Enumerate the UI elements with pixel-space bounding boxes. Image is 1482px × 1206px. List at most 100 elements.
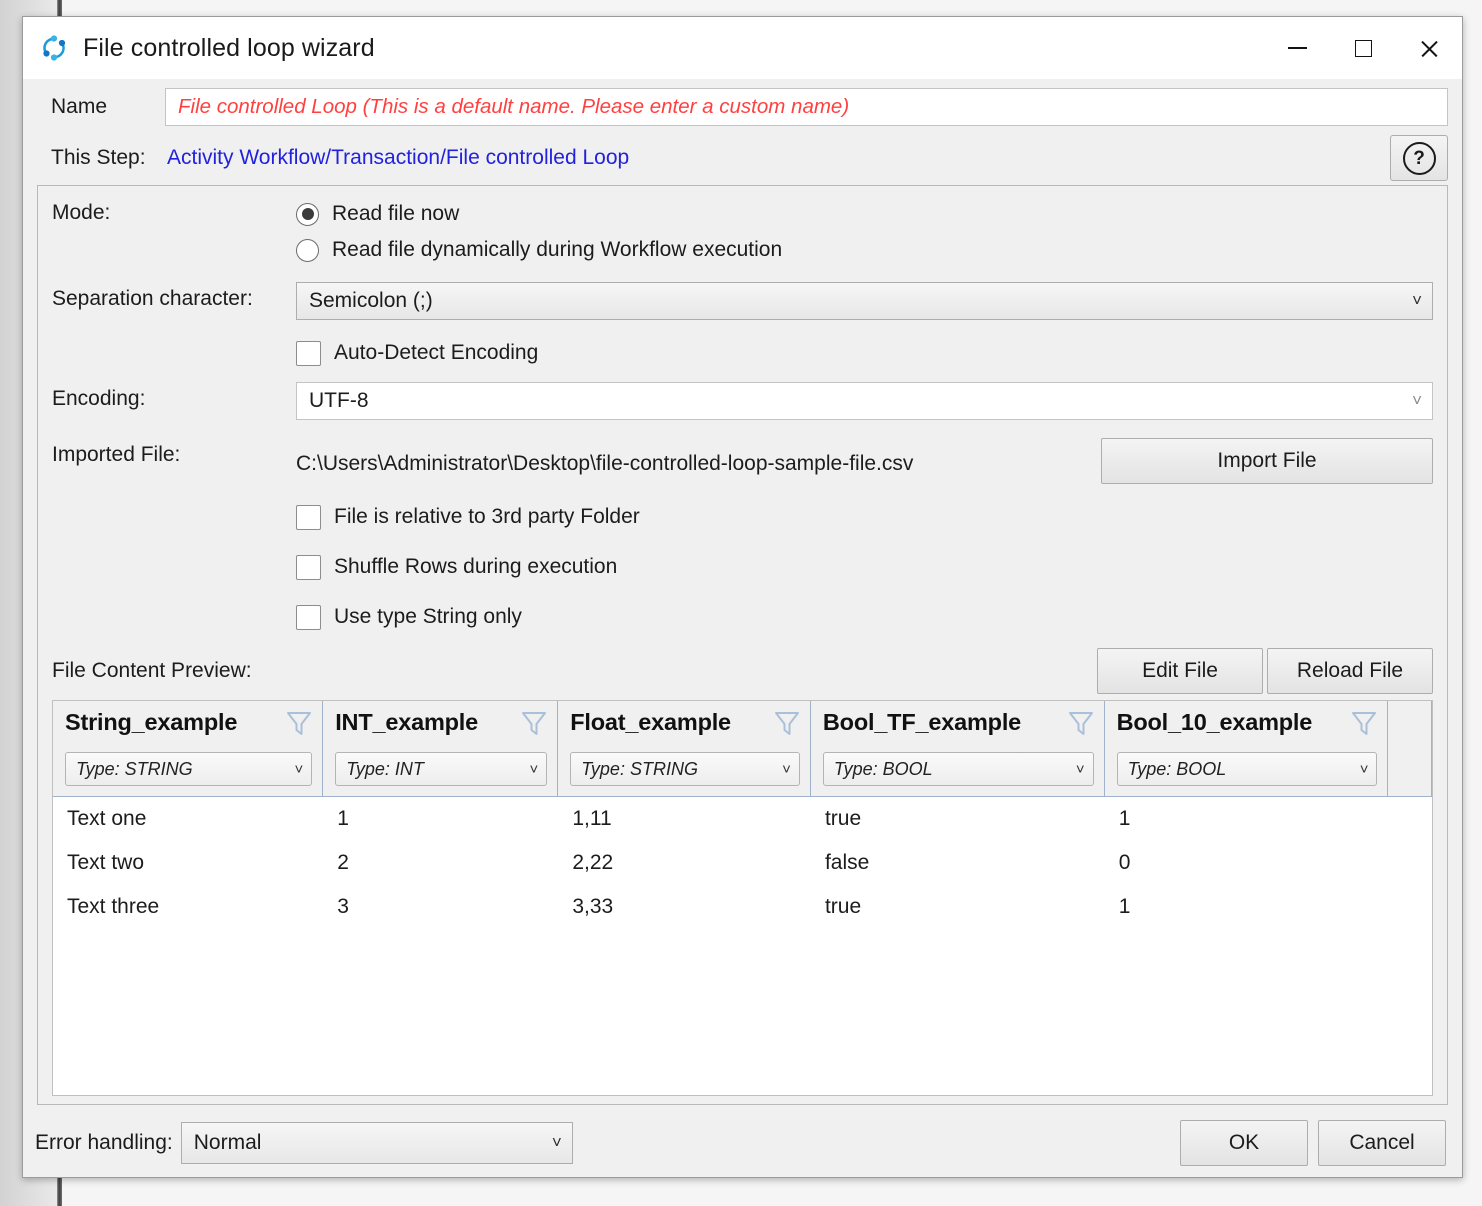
column-type-select[interactable]: Type: STRING ˅: [570, 752, 800, 786]
filter-funnel-icon[interactable]: [280, 709, 312, 743]
table-header-String_example: String_example Type: STRING˅: [53, 701, 323, 796]
column-type-select[interactable]: Type: INT˅: [335, 752, 547, 786]
column-type-select[interactable]: Type: BOOL ˅: [823, 752, 1094, 786]
auto-detect-spacer: [52, 328, 296, 333]
auto-detect-row: Auto-Detect Encoding: [52, 328, 1433, 378]
maximize-button[interactable]: [1330, 17, 1396, 79]
table-cell: 3: [323, 895, 558, 919]
table-header-Bool_10_example: Bool_10_example Type: BOOL˅: [1105, 701, 1389, 796]
chevron-down-icon: ˅: [530, 761, 539, 778]
imported-file-row: Imported File: C:\Users\Administrator\De…: [52, 438, 1433, 484]
separation-character-select[interactable]: Semicolon (;) ˅: [296, 282, 1433, 320]
column-type-value: Type: STRING: [581, 759, 698, 780]
close-icon: [1419, 38, 1440, 59]
table-header-Float_example: Float_example Type: STRING ˅: [558, 701, 811, 796]
table-header-Bool_TF_example: Bool_TF_example Type: BOOL ˅: [811, 701, 1105, 796]
table-cell: 2: [323, 851, 558, 875]
table-header-title: String_example: [65, 709, 237, 736]
filter-funnel-icon[interactable]: [1345, 709, 1377, 743]
encoding-value: UTF-8: [309, 389, 369, 413]
checkbox-shuffle-rows[interactable]: Shuffle Rows during execution: [296, 542, 1433, 592]
table-cell: true: [811, 895, 1105, 919]
radio-unselected-icon: [296, 239, 319, 262]
encoding-row: Encoding: UTF-8 ˅: [52, 382, 1433, 420]
table-row[interactable]: Text three33,33true1: [53, 885, 1432, 929]
minimize-button[interactable]: [1264, 17, 1330, 79]
error-handling-select[interactable]: Normal ˅: [181, 1122, 573, 1164]
table-cell: 1,11: [558, 807, 811, 831]
table-cell: 2,22: [558, 851, 811, 875]
maximize-icon: [1355, 40, 1372, 57]
mode-row: Mode: Read file now Read file dynamicall…: [52, 196, 1433, 268]
filter-funnel-icon[interactable]: [515, 709, 547, 743]
checkbox-use-type-string-only[interactable]: Use type String only: [296, 592, 1433, 642]
encoding-select[interactable]: UTF-8 ˅: [296, 382, 1433, 420]
column-type-select[interactable]: Type: STRING˅: [65, 752, 312, 786]
window-controls: [1264, 17, 1462, 79]
reload-file-button[interactable]: Reload File: [1267, 648, 1433, 694]
chevron-down-icon: ˅: [1412, 391, 1422, 411]
file-content-preview-table: String_exampleType: STRING˅INT_exampleTy…: [52, 700, 1433, 1096]
chevron-down-icon: ˅: [294, 761, 303, 778]
checkbox-file-relative-3rd-party[interactable]: File is relative to 3rd party Folder: [296, 492, 1433, 542]
file-relative-label: File is relative to 3rd party Folder: [334, 505, 640, 529]
question-mark-icon: ?: [1403, 142, 1436, 175]
column-type-select[interactable]: Type: BOOL˅: [1117, 752, 1378, 786]
table-header-title: Bool_10_example: [1117, 709, 1313, 736]
separation-character-label: Separation character:: [52, 282, 296, 311]
filter-funnel-icon[interactable]: [1062, 709, 1094, 743]
edit-file-button[interactable]: Edit File: [1097, 648, 1263, 694]
filter-funnel-icon[interactable]: [768, 709, 800, 743]
settings-group: Mode: Read file now Read file dynamicall…: [37, 185, 1448, 1105]
radio-read-file-now[interactable]: Read file now: [296, 196, 1433, 232]
imported-file-path: C:\Users\Administrator\Desktop\file-cont…: [296, 446, 913, 476]
ok-button[interactable]: OK: [1180, 1120, 1308, 1166]
table-header-top: Float_example: [570, 709, 800, 743]
error-handling-label: Error handling:: [35, 1131, 173, 1155]
name-input[interactable]: File controlled Loop (This is a default …: [165, 88, 1448, 126]
name-row: Name File controlled Loop (This is a def…: [37, 83, 1448, 131]
table-header-title: INT_example: [335, 709, 478, 736]
chevron-down-icon: ˅: [1076, 761, 1085, 778]
import-file-button[interactable]: Import File: [1101, 438, 1433, 484]
loop-wizard-icon: [39, 33, 69, 63]
table-header-top: String_example: [65, 709, 312, 743]
table-header-empty: [1388, 701, 1432, 796]
close-button[interactable]: [1396, 17, 1462, 79]
use-type-string-label: Use type String only: [334, 605, 522, 629]
radio-selected-icon: [296, 203, 319, 226]
table-cell: 1: [1105, 807, 1389, 831]
table-cell: Text three: [53, 895, 323, 919]
radio-read-file-dynamically[interactable]: Read file dynamically during Workflow ex…: [296, 232, 1433, 268]
mode-label: Mode:: [52, 196, 296, 225]
separation-character-value: Semicolon (;): [309, 289, 433, 313]
minimize-icon: [1288, 47, 1307, 49]
error-handling-value: Normal: [194, 1131, 262, 1155]
table-header-top: Bool_TF_example: [823, 709, 1094, 743]
checkbox-unchecked-icon: [296, 505, 321, 530]
chevron-down-icon: ˅: [782, 761, 791, 778]
auto-detect-encoding-label: Auto-Detect Encoding: [334, 341, 538, 365]
table-cell: false: [811, 851, 1105, 875]
imported-file-label: Imported File:: [52, 438, 296, 467]
column-type-value: Type: BOOL: [834, 759, 933, 780]
table-header-INT_example: INT_example Type: INT˅: [323, 701, 558, 796]
screen: File controlled loop wizard Name File co…: [0, 0, 1482, 1206]
shuffle-rows-label: Shuffle Rows during execution: [334, 555, 617, 579]
separation-character-row: Separation character: Semicolon (;) ˅: [52, 282, 1433, 320]
table-header-title: Float_example: [570, 709, 731, 736]
dialog-footer: Error handling: Normal ˅ OK Cancel: [23, 1109, 1462, 1177]
checkbox-unchecked-icon: [296, 555, 321, 580]
title-bar: File controlled loop wizard: [23, 17, 1462, 79]
chevron-down-icon: ˅: [552, 1133, 562, 1153]
table-header-title: Bool_TF_example: [823, 709, 1021, 736]
this-step-label: This Step:: [37, 146, 165, 170]
table-cell: Text one: [53, 807, 323, 831]
this-step-path-link[interactable]: Activity Workflow/Transaction/File contr…: [167, 146, 629, 170]
table-row[interactable]: Text one11,11true1: [53, 797, 1432, 841]
checkbox-auto-detect-encoding[interactable]: Auto-Detect Encoding: [296, 328, 1433, 378]
cancel-button[interactable]: Cancel: [1318, 1120, 1446, 1166]
help-button[interactable]: ?: [1390, 135, 1448, 181]
file-controlled-loop-wizard-window: File controlled loop wizard Name File co…: [22, 16, 1463, 1178]
table-row[interactable]: Text two22,22false0: [53, 841, 1432, 885]
